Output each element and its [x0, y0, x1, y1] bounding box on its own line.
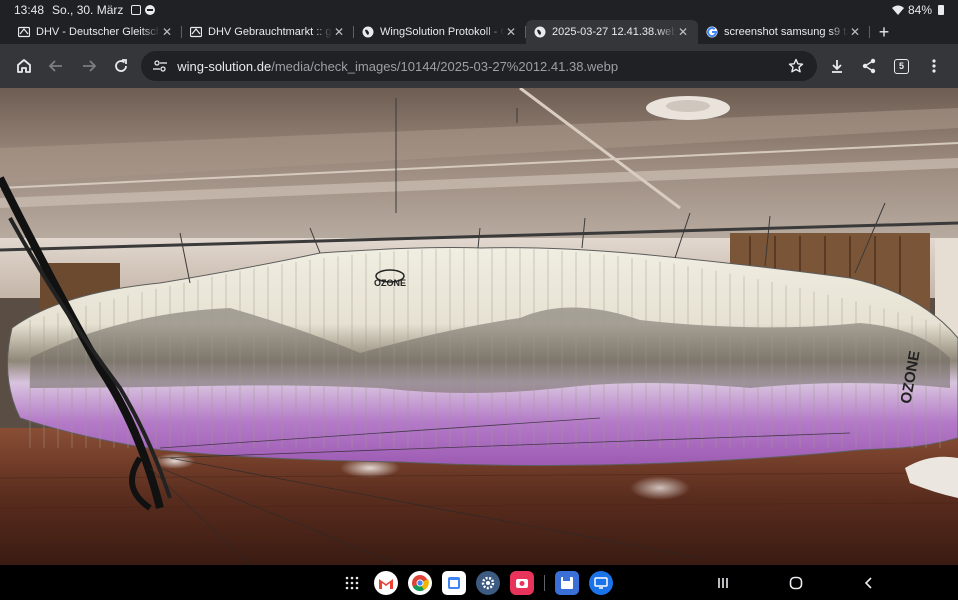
home-nav-button[interactable] [786, 573, 806, 593]
tab-title: DHV Gebrauchtmarkt :: gebr [208, 26, 332, 38]
status-date: So., 30. März [52, 3, 124, 17]
tab-5[interactable]: screenshot samsung s9 tabl ✕ [698, 20, 870, 44]
browser-toolbar: wing-solution.de/media/check_images/1014… [0, 44, 958, 88]
tab-count: 5 [894, 58, 910, 74]
bookmark-star-icon[interactable] [783, 58, 809, 74]
dhv-icon [18, 26, 30, 38]
chevron-left-icon [864, 577, 872, 589]
url-text[interactable]: wing-solution.de/media/check_images/1014… [177, 59, 783, 74]
back-button[interactable] [40, 49, 72, 83]
battery-percent: 84% [907, 3, 932, 17]
wifi-icon [891, 5, 904, 15]
files-app-icon[interactable] [555, 571, 579, 595]
android-taskbar [0, 565, 958, 600]
reload-icon [115, 59, 127, 72]
paraglider-photo: OZONE OZONE [0, 88, 958, 565]
recents-icon [718, 578, 728, 588]
camera-icon [516, 579, 528, 588]
monitor-icon [594, 577, 608, 589]
reload-button[interactable] [105, 49, 137, 83]
google-icon [706, 26, 718, 38]
download-button[interactable] [821, 49, 853, 83]
gmail-app-icon[interactable] [374, 571, 398, 595]
url-path: /media/check_images/10144/2025-03-27%201… [271, 58, 619, 74]
home-circle-icon [789, 576, 803, 590]
tab-title: screenshot samsung s9 tabl [724, 26, 848, 38]
tab-3[interactable]: WingSolution Protokoll - Oz ✕ [354, 20, 526, 44]
dhv-icon [190, 26, 202, 38]
camera-app-icon[interactable] [510, 571, 534, 595]
webp-image-viewer: OZONE OZONE [0, 88, 958, 565]
tab-strip: DHV - Deutscher Gleitschirm✕DHV Gebrauch… [0, 20, 958, 44]
apps-grid-icon [345, 576, 359, 590]
site-settings-icon[interactable] [149, 60, 171, 72]
home-button[interactable] [8, 49, 40, 83]
tab-switcher-button[interactable]: 5 [885, 49, 917, 83]
forward-arrow-icon [82, 60, 97, 72]
gallery-notification-icon [131, 5, 142, 15]
do-not-disturb-icon [145, 5, 156, 15]
status-time: 13:48 [14, 3, 45, 17]
recents-button[interactable] [713, 573, 733, 593]
back-nav-button[interactable] [859, 573, 879, 593]
address-bar[interactable]: wing-solution.de/media/check_images/1014… [141, 51, 817, 81]
tab-close-icon[interactable]: ✕ [160, 25, 174, 39]
back-arrow-icon [49, 60, 63, 72]
battery-icon [938, 5, 944, 15]
save-disk-icon [561, 577, 573, 589]
forward-button[interactable] [73, 49, 105, 83]
tab-title: WingSolution Protokoll - Oz [380, 26, 504, 38]
tab-close-icon[interactable]: ✕ [676, 25, 690, 39]
tab-close-icon[interactable]: ✕ [848, 25, 862, 39]
smart-view-app-icon[interactable] [589, 571, 613, 595]
tab-1[interactable]: DHV - Deutscher Gleitschirm✕ [10, 20, 182, 44]
app-drawer-button[interactable] [340, 571, 364, 595]
chrome-app-icon[interactable] [408, 571, 432, 595]
taskbar-divider [544, 575, 545, 591]
menu-button[interactable] [918, 49, 950, 83]
new-tab-button[interactable]: + [870, 20, 898, 44]
tab-title: DHV - Deutscher Gleitschirm [36, 26, 160, 38]
tab-2[interactable]: DHV Gebrauchtmarkt :: gebr✕ [182, 20, 354, 44]
globe-icon [534, 26, 546, 38]
status-bar: 13:48 So., 30. März 84% [0, 0, 958, 20]
tab-close-icon[interactable]: ✕ [332, 25, 346, 39]
download-icon [831, 60, 842, 73]
settings-app-icon[interactable] [476, 571, 500, 595]
gear-icon [481, 576, 495, 590]
tab-close-icon[interactable]: ✕ [504, 25, 518, 39]
more-vert-icon [932, 59, 936, 73]
share-button[interactable] [853, 49, 885, 83]
share-icon [863, 58, 876, 74]
home-icon [17, 59, 32, 73]
tab-4[interactable]: 2025-03-27 12.41.38.webp (✕ [526, 20, 698, 44]
url-host: wing-solution.de [177, 58, 272, 74]
globe-icon [362, 26, 374, 38]
tab-title: 2025-03-27 12.41.38.webp ( [552, 26, 676, 38]
calendar-app-icon[interactable] [442, 571, 466, 595]
